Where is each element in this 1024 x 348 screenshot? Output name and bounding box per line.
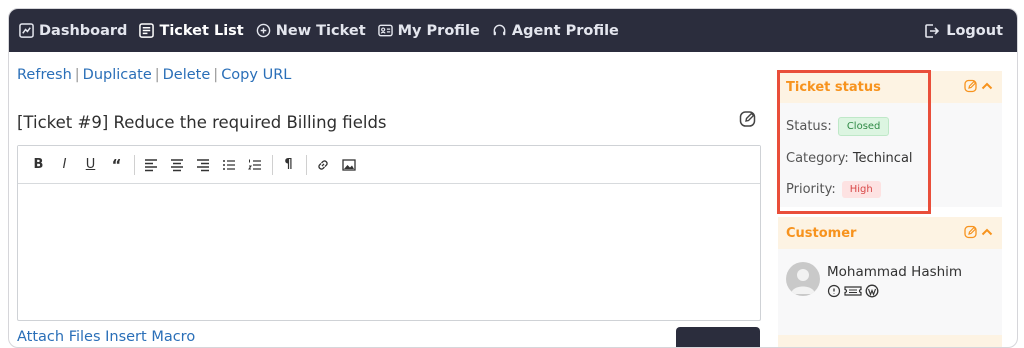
logout-button[interactable]: Logout (924, 9, 1003, 52)
highlight-box (777, 70, 931, 214)
link-icon (317, 159, 328, 170)
nav-agent-profile-label: Agent Profile (511, 22, 619, 39)
next-panel-header[interactable] (778, 335, 1002, 347)
wordpress-icon[interactable] (865, 284, 879, 298)
customer-title: Customer (786, 225, 857, 241)
app-frame: Dashboard Ticket List New Ticket My Prof… (8, 8, 1018, 348)
toolbar-divider (272, 154, 273, 175)
logout-label: Logout (946, 22, 1003, 39)
separator: | (213, 67, 219, 83)
underline-glyph: U (85, 157, 96, 172)
quote-button[interactable]: “ (106, 155, 127, 175)
align-center-icon (170, 158, 183, 171)
image-icon (341, 158, 356, 171)
edit-icon[interactable] (964, 225, 978, 239)
customer-name: Mohammad Hashim (827, 264, 963, 280)
id-card-icon (377, 24, 393, 37)
nav-my-profile-label: My Profile (397, 22, 480, 39)
chart-icon (19, 23, 34, 38)
align-left-icon (144, 158, 157, 171)
bold-glyph: B (33, 157, 44, 172)
customer-panel: Customer Mohammad Hashim (778, 217, 1002, 347)
italic-button[interactable]: I (54, 155, 75, 175)
italic-glyph: I (62, 157, 67, 172)
edit-icon[interactable] (964, 79, 978, 93)
edit-icon[interactable] (739, 110, 757, 128)
paragraph-icon: ¶ (284, 157, 293, 172)
align-right-icon (196, 158, 209, 171)
headset-icon (493, 24, 506, 36)
bullet-list-icon (222, 159, 235, 170)
duplicate-link[interactable]: Duplicate (83, 67, 152, 83)
ticket-title: [Ticket #9] Reduce the required Billing … (17, 113, 387, 132)
delete-link[interactable]: Delete (163, 67, 211, 83)
chevron-up-icon[interactable] (980, 225, 994, 239)
image-button[interactable] (338, 155, 359, 175)
avatar-icon (791, 269, 815, 294)
numbered-list-button[interactable] (244, 155, 265, 175)
toolbar-divider (134, 154, 135, 175)
underline-button[interactable]: U (80, 155, 101, 175)
align-center-button[interactable] (166, 155, 187, 175)
panel-controls (962, 225, 994, 239)
bold-button[interactable]: B (28, 155, 49, 175)
copy-url-link[interactable]: Copy URL (221, 67, 291, 83)
attach-row[interactable]: Attach Files Insert Macro (17, 329, 195, 345)
list-icon (139, 23, 155, 38)
avatar (786, 262, 820, 296)
ticket-icon[interactable] (844, 284, 862, 298)
paragraph-button[interactable]: ¶ (278, 155, 299, 175)
link-button[interactable] (312, 155, 333, 175)
panel-controls (962, 79, 994, 93)
toolbar-divider (306, 154, 307, 175)
nav-agent-profile[interactable]: Agent Profile (492, 23, 619, 39)
refresh-link[interactable]: Refresh (17, 67, 72, 83)
numbered-list-icon (247, 159, 261, 170)
separator: | (74, 67, 80, 83)
bullet-list-button[interactable] (218, 155, 239, 175)
customer-icons (827, 284, 882, 298)
nav-dashboard-label: Dashboard (39, 22, 128, 39)
chevron-up-icon[interactable] (980, 79, 994, 93)
nav-dashboard[interactable]: Dashboard (19, 23, 127, 39)
nav-new-ticket[interactable]: New Ticket (256, 23, 366, 39)
submit-button[interactable] (676, 327, 760, 347)
ticket-actions: Refresh | Duplicate | Delete | Copy URL (17, 67, 291, 83)
nav-ticket-list[interactable]: Ticket List (139, 22, 244, 39)
separator: | (154, 67, 160, 83)
editor-toolbar: B I U “ ¶ (18, 146, 760, 184)
quote-icon: “ (111, 155, 122, 174)
chat-icon[interactable] (827, 284, 841, 298)
align-left-button[interactable] (140, 155, 161, 175)
logout-icon (925, 23, 940, 38)
customer-header[interactable]: Customer (778, 217, 1002, 249)
top-nav-bar: Dashboard Ticket List New Ticket My Prof… (9, 9, 1017, 52)
plus-circle-icon (256, 23, 271, 38)
message-editor[interactable]: B I U “ ¶ (17, 145, 761, 321)
align-right-button[interactable] (192, 155, 213, 175)
nav-new-ticket-label: New Ticket (275, 22, 366, 39)
nav-ticket-list-label: Ticket List (159, 22, 244, 39)
nav-my-profile[interactable]: My Profile (377, 22, 480, 39)
